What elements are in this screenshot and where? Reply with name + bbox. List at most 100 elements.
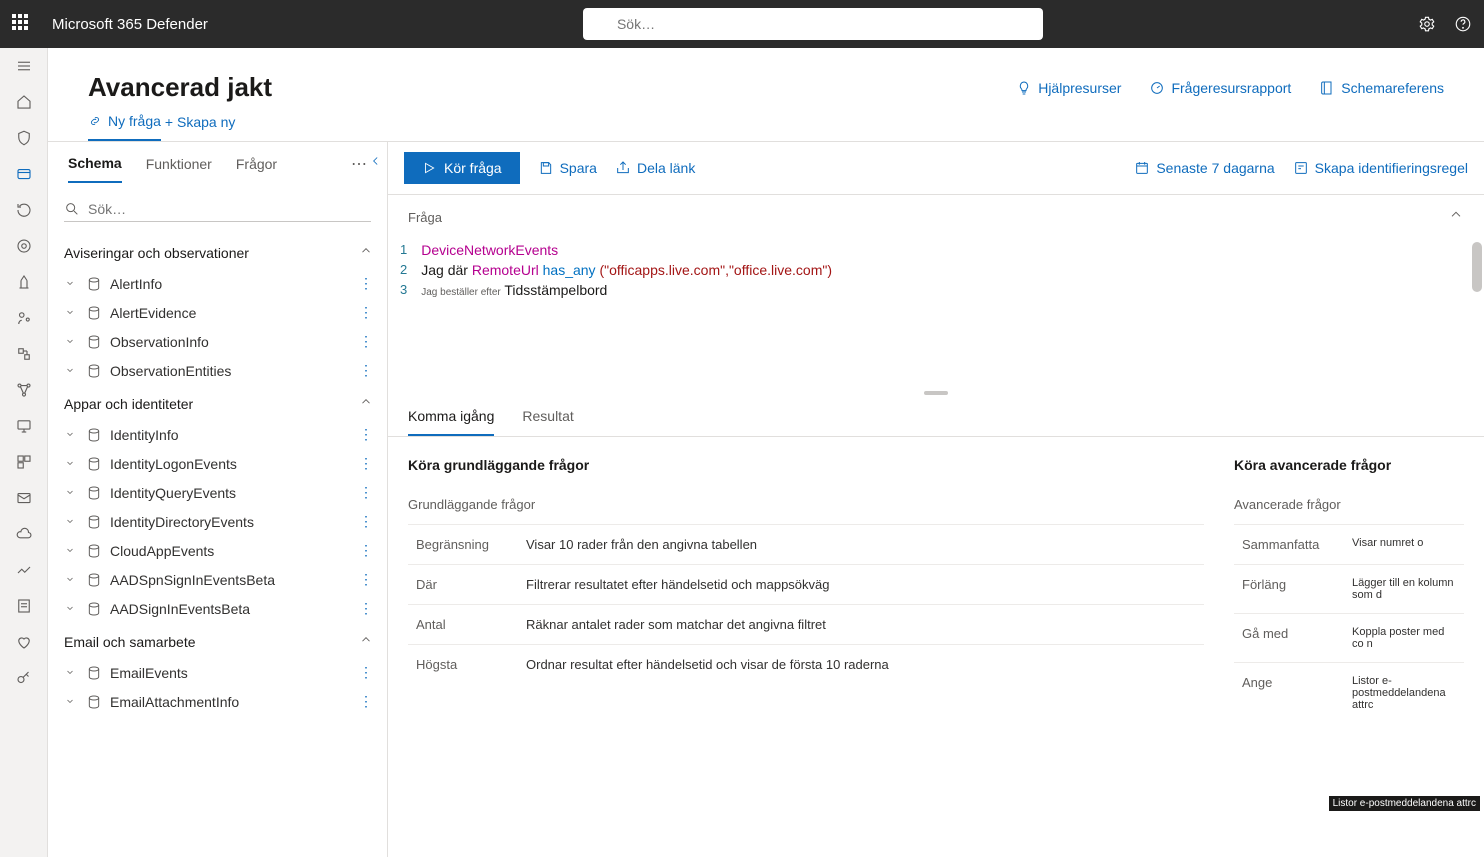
hamburger-icon[interactable]: [14, 56, 34, 76]
more-options-icon[interactable]: ⋮: [355, 304, 377, 321]
devices-icon[interactable]: [14, 416, 34, 436]
schema-table-row[interactable]: AlertInfo⋮: [60, 269, 381, 298]
schema-tab-queries[interactable]: Frågor: [236, 156, 277, 182]
book-icon: [1319, 80, 1335, 96]
tab-getting-started[interactable]: Komma igång: [408, 398, 494, 436]
schema-table-row[interactable]: EmailAttachmentInfo⋮: [60, 687, 381, 716]
partners-icon[interactable]: [14, 344, 34, 364]
more-options-icon[interactable]: ⋮: [355, 571, 377, 588]
table-name: IdentityInfo: [110, 427, 179, 443]
schema-group-header[interactable]: Aviseringar och observationer: [60, 234, 381, 269]
table-row[interactable]: FörlängLägger till en kolumn som d: [1234, 565, 1464, 614]
schema-search-input[interactable]: [88, 201, 371, 217]
schema-table-row[interactable]: EmailEvents⋮: [60, 658, 381, 687]
gauge-icon: [1149, 80, 1165, 96]
schema-table-row[interactable]: IdentityQueryEvents ⋮: [60, 478, 381, 507]
permissions-icon[interactable]: [14, 668, 34, 688]
shield-icon[interactable]: [14, 128, 34, 148]
create-detection-rule-button[interactable]: Skapa identifieringsregel: [1293, 160, 1468, 176]
nodes-icon[interactable]: [14, 380, 34, 400]
more-options-icon[interactable]: ⋮: [355, 693, 377, 710]
global-search[interactable]: [583, 8, 1043, 40]
schema-table-row[interactable]: AADSignInEventsBeta⋮: [60, 594, 381, 623]
collapse-panel-icon[interactable]: [369, 154, 383, 173]
hunting-icon[interactable]: [14, 164, 34, 184]
audit-icon[interactable]: [14, 596, 34, 616]
schema-table-row[interactable]: AlertEvidence⋮: [60, 298, 381, 327]
more-options-icon[interactable]: ⋮: [355, 333, 377, 350]
home-icon[interactable]: [14, 92, 34, 112]
more-options-icon[interactable]: ⋮: [355, 362, 377, 379]
tab-create-new[interactable]: + Skapa ny: [165, 114, 235, 140]
cloud-icon[interactable]: [14, 524, 34, 544]
chevron-down-icon: [64, 572, 80, 588]
schema-group-header[interactable]: Email och samarbete: [60, 623, 381, 658]
table-row[interactable]: HögstaOrdnar resultat efter händelsetid …: [408, 645, 1204, 685]
chevron-up-icon: [359, 244, 373, 261]
actions-icon[interactable]: [14, 200, 34, 220]
help-resources-link[interactable]: Hjälpresurser: [1016, 80, 1121, 96]
tab-results[interactable]: Resultat: [522, 398, 573, 436]
global-search-input[interactable]: [617, 16, 1033, 32]
settings-icon[interactable]: [1418, 15, 1436, 33]
threat-icon[interactable]: [14, 236, 34, 256]
query-editor[interactable]: 123 DeviceNetworkEvents Jag där RemoteUr…: [388, 232, 1484, 308]
schema-tab-schema[interactable]: Schema: [68, 155, 122, 183]
more-options-icon[interactable]: ⋮: [355, 275, 377, 292]
more-options-icon[interactable]: ⋮: [355, 600, 377, 617]
more-options-icon[interactable]: ⋮: [355, 513, 377, 530]
email-icon[interactable]: [14, 488, 34, 508]
schema-table-row[interactable]: ObservationInfo⋮: [60, 327, 381, 356]
run-query-button[interactable]: Kör fråga: [404, 152, 520, 184]
more-options-icon[interactable]: ⋮: [355, 664, 377, 681]
splitter-handle[interactable]: [388, 388, 1484, 398]
table-row[interactable]: AngeListor e-postmeddelandena attrc: [1234, 663, 1464, 724]
more-options-icon[interactable]: ⋮: [355, 484, 377, 501]
schema-reference-link[interactable]: Schemareferens: [1319, 80, 1444, 96]
app-launcher-icon[interactable]: [12, 14, 32, 34]
global-header: Microsoft 365 Defender: [0, 0, 1484, 48]
calendar-icon: [1134, 160, 1150, 176]
more-options-icon[interactable]: ⋮: [355, 426, 377, 443]
schema-table-row[interactable]: ObservationEntities⋮: [60, 356, 381, 385]
getting-started-body: Köra grundläggande frågor Grundläggande …: [388, 437, 1484, 857]
results-tabs: Komma igång Resultat: [388, 398, 1484, 437]
tab-new-query[interactable]: Ny fråga: [88, 113, 161, 141]
schema-table-row[interactable]: IdentityInfo ⋮: [60, 420, 381, 449]
table-row[interactable]: BegränsningVisar 10 rader från den angiv…: [408, 525, 1204, 565]
chevron-down-icon: [64, 305, 80, 321]
schema-table-row[interactable]: AADSpnSignInEventsBeta⋮: [60, 565, 381, 594]
table-row[interactable]: AntalRäknar antalet rader som matchar de…: [408, 605, 1204, 645]
help-icon[interactable]: [1454, 15, 1472, 33]
schema-search[interactable]: [64, 197, 371, 222]
editor-scrollbar[interactable]: [1472, 242, 1482, 392]
share-icon: [615, 160, 631, 176]
schema-table-row[interactable]: IdentityDirectoryEvents⋮: [60, 507, 381, 536]
schema-group-header[interactable]: Appar och identiteter: [60, 385, 381, 420]
table-row[interactable]: DärFiltrerar resultatet efter händelseti…: [408, 565, 1204, 605]
more-options-icon[interactable]: ⋮: [355, 542, 377, 559]
schema-tab-functions[interactable]: Funktioner: [146, 156, 212, 182]
table-icon: [86, 427, 102, 443]
resource-report-link[interactable]: Frågeresursrapport: [1149, 80, 1291, 96]
secure-score-icon[interactable]: [14, 272, 34, 292]
learning-icon[interactable]: [14, 308, 34, 328]
more-options-icon[interactable]: ⋮: [355, 455, 377, 472]
apps-icon[interactable]: [14, 452, 34, 472]
schema-table-row[interactable]: IdentityLogonEvents ⋮: [60, 449, 381, 478]
collapse-editor-icon[interactable]: [1448, 207, 1464, 228]
save-button[interactable]: Spara: [538, 160, 597, 176]
health-icon[interactable]: [14, 632, 34, 652]
line-gutter: 123: [400, 240, 421, 300]
save-icon: [538, 160, 554, 176]
table-name: IdentityLogonEvents: [110, 456, 237, 472]
schema-tabs-more-icon[interactable]: ⋯: [351, 154, 367, 184]
reports-icon[interactable]: [14, 560, 34, 580]
table-row[interactable]: SammanfattaVisar numret o: [1234, 525, 1464, 565]
table-name: IdentityQueryEvents: [110, 485, 236, 501]
schema-table-row[interactable]: CloudAppEvents ⋮: [60, 536, 381, 565]
time-range-button[interactable]: Senaste 7 dagarna: [1134, 160, 1274, 176]
share-link-button[interactable]: Dela länk: [615, 160, 695, 176]
table-name: CloudAppEvents: [110, 543, 214, 559]
table-row[interactable]: Gå medKoppla poster med co n: [1234, 614, 1464, 663]
